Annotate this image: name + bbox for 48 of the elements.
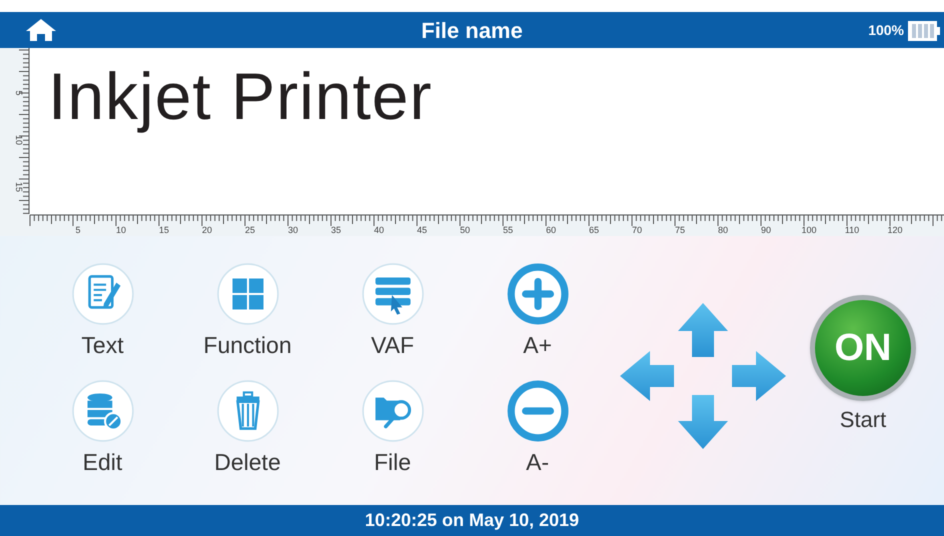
start-label: Start — [840, 406, 886, 434]
ruler-label: 10 — [116, 225, 126, 235]
plus-icon[interactable] — [506, 262, 570, 326]
start-button[interactable]: ON — [810, 295, 916, 401]
window-title: File name — [421, 16, 523, 44]
ruler-label: 15 — [14, 182, 24, 192]
button-label: Edit — [82, 448, 122, 476]
button-label: VAF — [370, 331, 414, 360]
trash-icon[interactable] — [216, 378, 280, 442]
document-pencil-icon[interactable] — [70, 262, 134, 326]
database-icon[interactable] — [70, 378, 134, 442]
ruler-label: 45 — [417, 225, 427, 235]
battery-icon — [908, 20, 940, 40]
ruler-label: 30 — [288, 225, 298, 235]
ruler-label: 50 — [460, 225, 470, 235]
ruler-label: 20 — [202, 225, 212, 235]
ruler-label: 120 — [887, 225, 903, 235]
ruler-label: 5 — [76, 225, 80, 235]
ruler-label: 65 — [589, 225, 599, 235]
button-label: Function — [203, 331, 292, 360]
ruler-label: 80 — [718, 225, 728, 235]
ruler-label: 25 — [245, 225, 255, 235]
button-label: A- — [526, 448, 549, 476]
list-cursor-icon[interactable] — [360, 262, 424, 326]
ruler-label: 55 — [503, 225, 513, 235]
ruler-label: 70 — [632, 225, 642, 235]
ruler-label: 110 — [844, 225, 860, 235]
button-label: File — [374, 448, 412, 476]
button-label: Text — [81, 331, 124, 360]
button-label: A+ — [523, 331, 552, 360]
battery-percent: 100% — [868, 21, 904, 40]
ruler-label: 15 — [159, 225, 169, 235]
ruler-label: 75 — [675, 225, 685, 235]
ruler-label: 60 — [546, 225, 556, 235]
button-label: Delete — [214, 448, 281, 476]
direction-pad-drawing[interactable] — [618, 300, 788, 450]
home-icon[interactable] — [24, 17, 58, 43]
ruler-label: 100 — [801, 225, 817, 235]
ruler-label: 90 — [761, 225, 771, 235]
folder-magnifier-icon[interactable] — [360, 378, 424, 442]
ruler-label: 5 — [14, 90, 24, 96]
date-time: 10:20:25 on May 10, 2019 — [364, 509, 580, 532]
canvas-text: Inkjet Printer — [48, 60, 432, 133]
ruler-label: 10 — [14, 135, 24, 145]
minus-icon[interactable] — [506, 378, 570, 442]
ruler-label: 40 — [374, 225, 384, 235]
grid-icon[interactable] — [216, 262, 280, 326]
ruler-label: 35 — [331, 225, 341, 235]
